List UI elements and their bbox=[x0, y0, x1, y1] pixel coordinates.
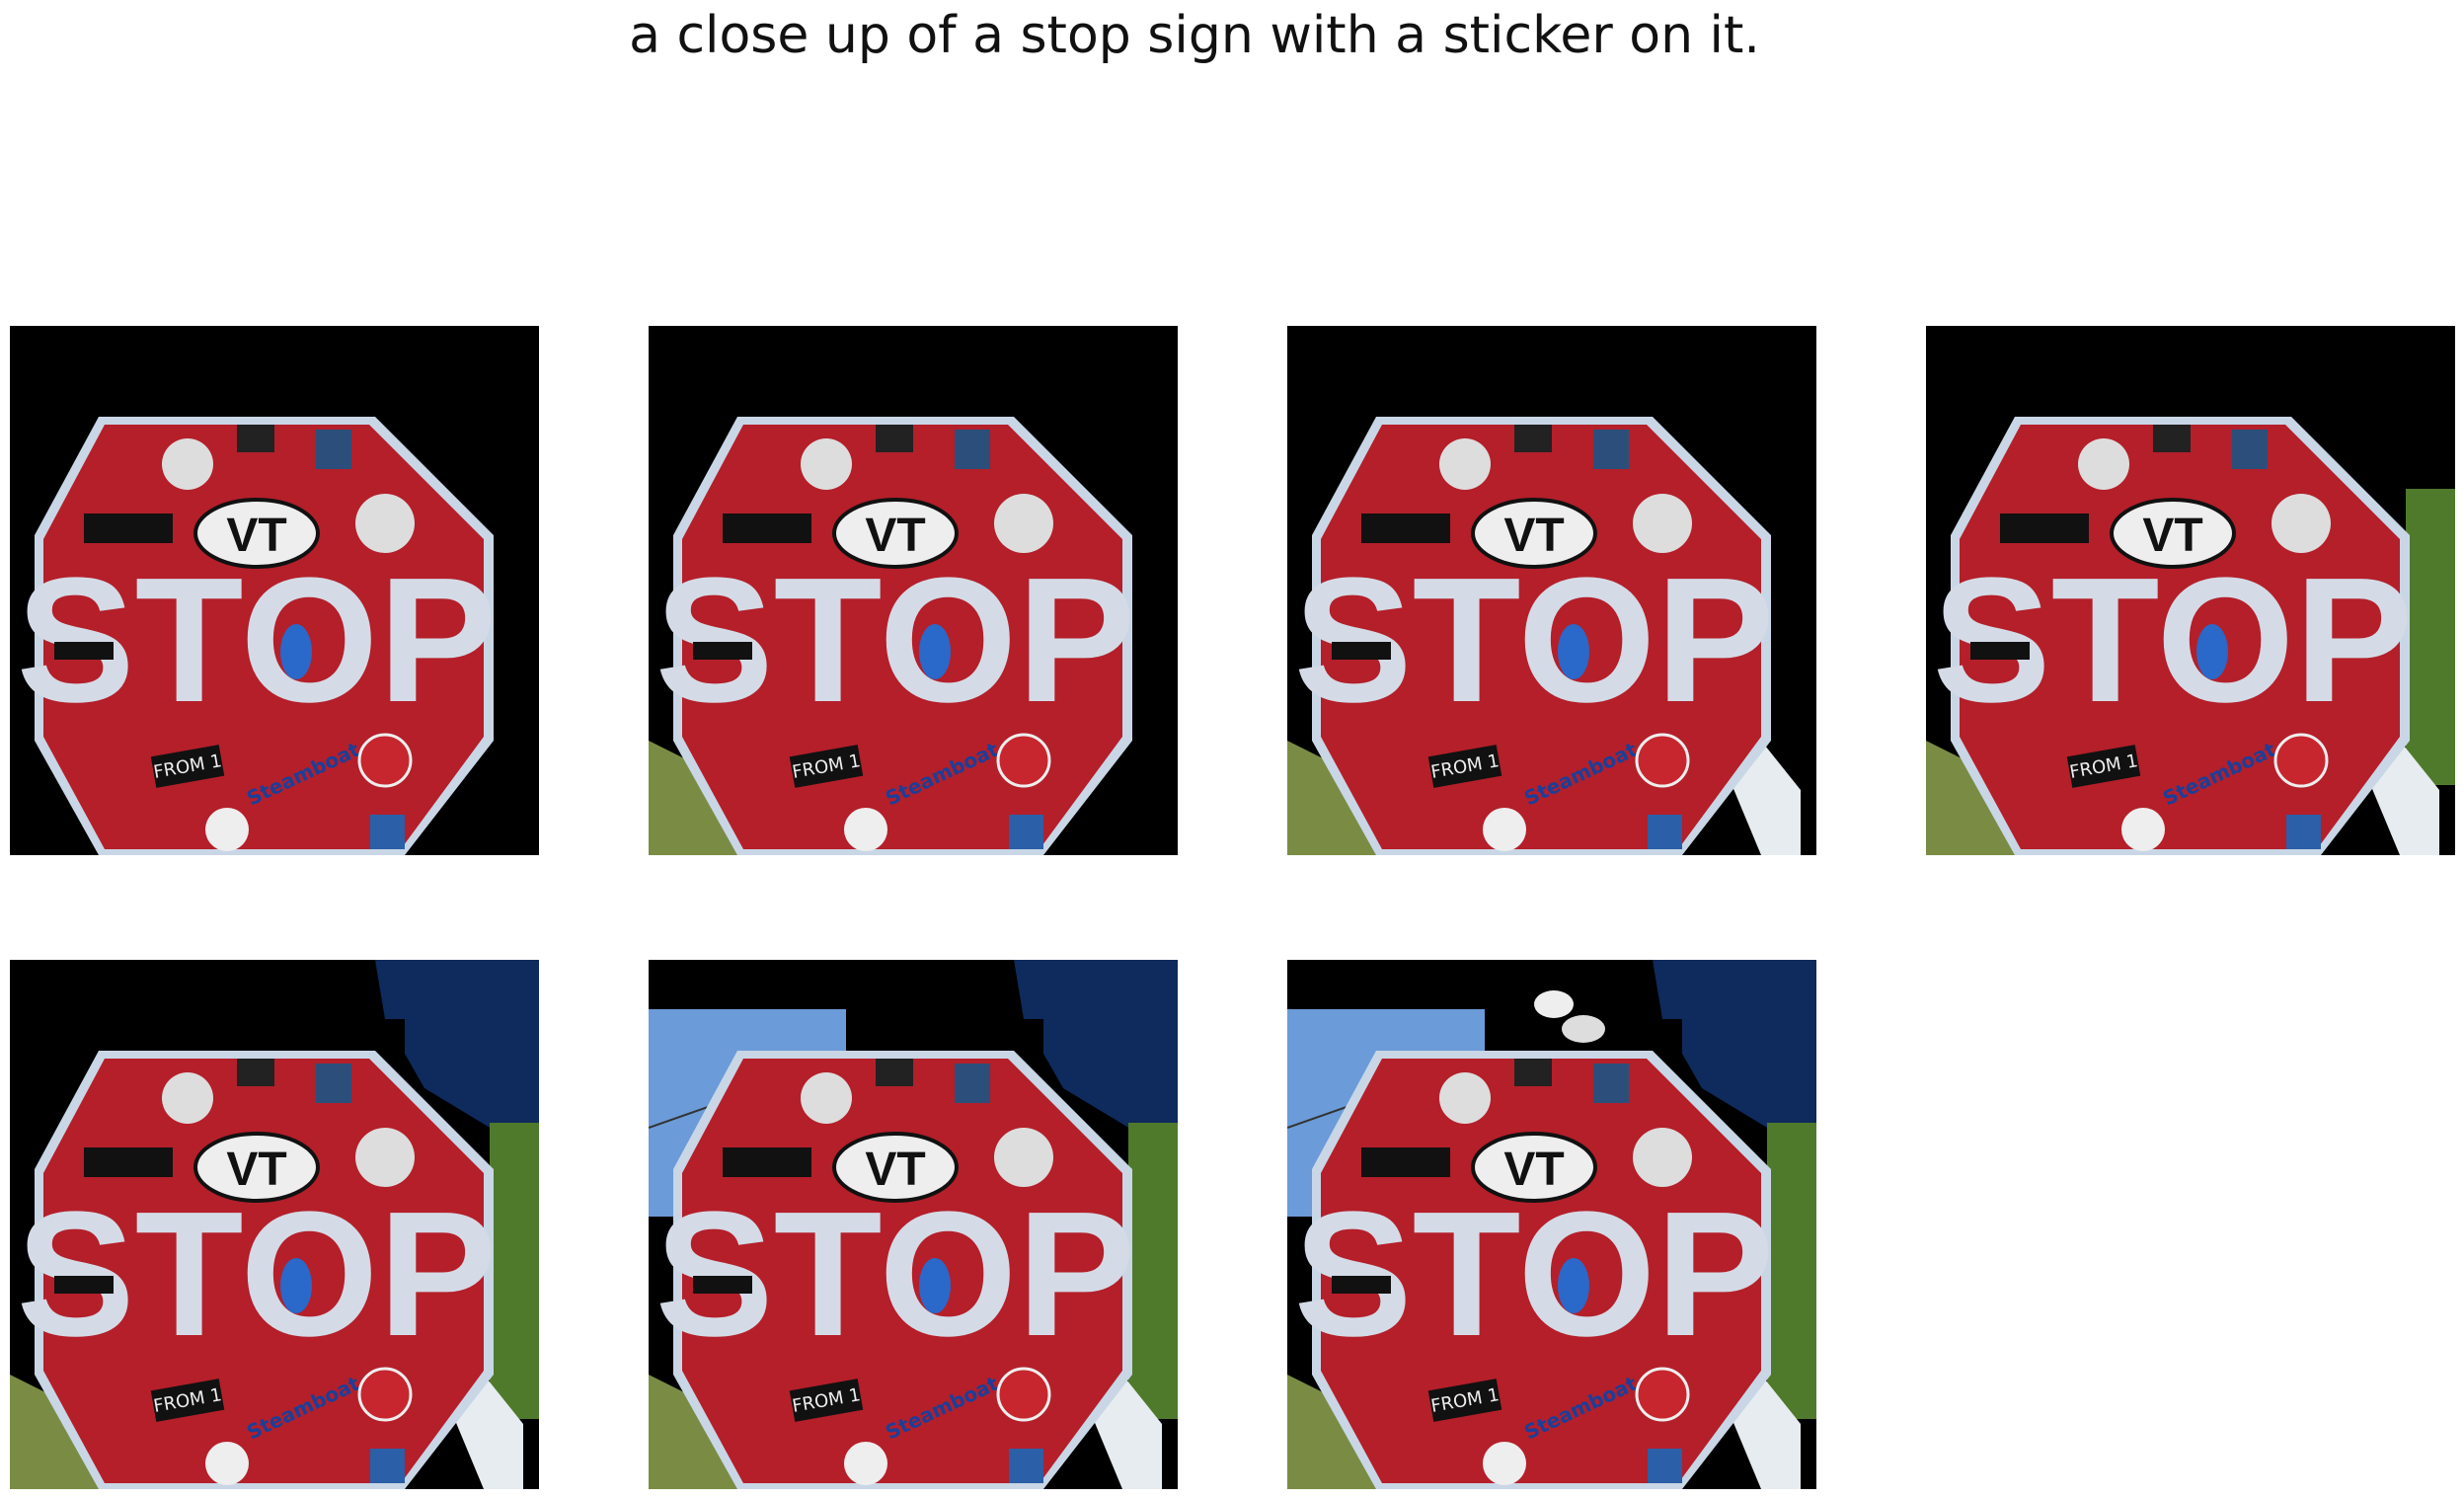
sticker-small-label bbox=[1332, 642, 1391, 660]
sticker-blue-square bbox=[1009, 1449, 1043, 1483]
sticker-diamond bbox=[876, 425, 913, 452]
sticker-photo bbox=[955, 1064, 990, 1103]
sticker-photo bbox=[955, 430, 990, 469]
sticker-small-label bbox=[693, 642, 752, 660]
stop-word: STOP bbox=[1294, 541, 1775, 740]
panel-6: VT STOP FROM 1 Steamboat bbox=[649, 960, 1178, 1489]
sticker-blue-oval bbox=[1558, 624, 1589, 679]
stop-sign-image: VTSTOPFROM 1 Steamboat bbox=[1287, 326, 1816, 855]
sticker-gear bbox=[2273, 733, 2329, 788]
sticker-gear bbox=[996, 733, 1051, 788]
stop-word: STOP bbox=[655, 1175, 1136, 1374]
sticker-swirl bbox=[205, 1442, 249, 1485]
sticker-photo bbox=[1593, 430, 1629, 469]
sticker-small-label bbox=[1970, 642, 2030, 660]
panel-5: VT STOP FROM 1 Steamboat bbox=[10, 960, 539, 1489]
sticker-blue-oval bbox=[919, 624, 951, 679]
sticker-swirl bbox=[205, 808, 249, 851]
sticker-round-emblem bbox=[801, 1072, 852, 1124]
stop-sign-image: VTSTOPFROM 1 Steamboat bbox=[1287, 960, 1816, 1489]
sticker-text-box bbox=[84, 513, 173, 543]
sticker-photo bbox=[1593, 1064, 1629, 1103]
sticker-diamond bbox=[1514, 1059, 1552, 1086]
sticker-diamond bbox=[2153, 425, 2191, 452]
sticker-blue-square bbox=[2286, 815, 2321, 849]
sticker-blue-square bbox=[370, 1449, 405, 1483]
sticker-blue-square bbox=[1009, 815, 1043, 849]
sticker-gear bbox=[357, 733, 413, 788]
sticker-diamond bbox=[237, 1059, 274, 1086]
panel-2: VT STOP FROM 1 Steamboat bbox=[649, 326, 1178, 855]
hedge bbox=[1128, 1123, 1178, 1419]
stop-word: STOP bbox=[655, 541, 1136, 740]
sticker-blue-square bbox=[1648, 1449, 1682, 1483]
hedge bbox=[1767, 1123, 1816, 1419]
sticker-photo bbox=[316, 1064, 351, 1103]
sticker-blue-oval bbox=[2196, 624, 2228, 679]
panel-4: VT STOP FROM 1 Steamboat bbox=[1926, 326, 2455, 855]
sticker-round-emblem bbox=[801, 438, 852, 490]
sticker-text-box bbox=[1361, 513, 1450, 543]
sticker-blue-oval bbox=[280, 624, 312, 679]
sticker-small-label bbox=[54, 642, 114, 660]
figure-caption: a close up of a stop sign with a sticker… bbox=[629, 6, 1760, 65]
panel-7: VT STOP FROM 1 Steamboat bbox=[1287, 960, 1816, 1489]
sticker-photo bbox=[316, 430, 351, 469]
sticker-swirl bbox=[844, 808, 887, 851]
sticker-text-box bbox=[84, 1147, 173, 1177]
panel-1: VT STOP FROM 1 Steamboat bbox=[10, 326, 539, 855]
stop-word: STOP bbox=[1933, 541, 2414, 740]
sticker-text-box bbox=[723, 513, 811, 543]
sticker-round-emblem bbox=[162, 1072, 213, 1124]
sticker-gear bbox=[1635, 733, 1690, 788]
stop-sign-image: VTSTOPFROM 1 Steamboat bbox=[10, 960, 539, 1489]
sticker-blue-oval bbox=[1558, 1258, 1589, 1313]
sticker-diamond bbox=[876, 1059, 913, 1086]
sticker-diamond bbox=[1514, 425, 1552, 452]
panel-3: VT STOP FROM 1 Steamboat bbox=[1287, 326, 1816, 855]
sticker-text-box bbox=[2000, 513, 2089, 543]
stop-word: STOP bbox=[17, 1175, 498, 1374]
sticker-photo bbox=[2232, 430, 2268, 469]
sticker-small-label bbox=[693, 1276, 752, 1294]
sticker-blue-oval bbox=[919, 1258, 951, 1313]
sticker-round-emblem bbox=[1439, 1072, 1491, 1124]
stop-sign-image: VTSTOPFROM 1 Steamboat bbox=[10, 326, 539, 855]
stop-word: STOP bbox=[1294, 1175, 1775, 1374]
sticker-gear bbox=[1635, 1367, 1690, 1422]
sticker-text-box bbox=[723, 1147, 811, 1177]
stop-sign-image: VTSTOPFROM 1 Steamboat bbox=[649, 960, 1178, 1489]
sticker-swirl bbox=[2121, 808, 2165, 851]
stop-word: STOP bbox=[17, 541, 498, 740]
sticker-blue-oval bbox=[280, 1258, 312, 1313]
sticker-small-label bbox=[54, 1276, 114, 1294]
sticker-diamond bbox=[237, 425, 274, 452]
sticker-blue-square bbox=[1648, 815, 1682, 849]
sticker-round-emblem bbox=[162, 438, 213, 490]
sticker-round-emblem bbox=[1439, 438, 1491, 490]
stop-sign-image: VTSTOPFROM 1 Steamboat bbox=[1926, 326, 2455, 855]
sticker-gear bbox=[357, 1367, 413, 1422]
hedge bbox=[2406, 489, 2455, 785]
sticker-swirl bbox=[1483, 1442, 1526, 1485]
hedge bbox=[490, 1123, 539, 1419]
sticker-gear bbox=[996, 1367, 1051, 1422]
sticker-swirl bbox=[1483, 808, 1526, 851]
sticker-round-emblem bbox=[2078, 438, 2129, 490]
sticker-small-label bbox=[1332, 1276, 1391, 1294]
sticker-text-box bbox=[1361, 1147, 1450, 1177]
stop-sign-image: VTSTOPFROM 1 Steamboat bbox=[649, 326, 1178, 855]
sticker-blue-square bbox=[370, 815, 405, 849]
sticker-swirl bbox=[844, 1442, 887, 1485]
